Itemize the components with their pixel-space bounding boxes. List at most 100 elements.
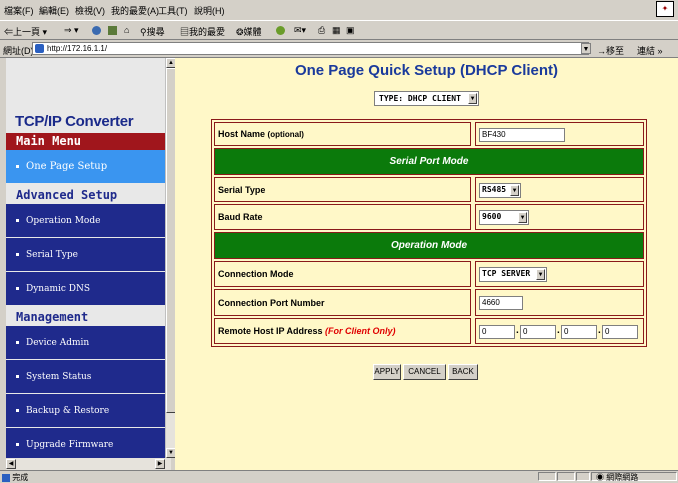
discuss-icon: ▣	[346, 25, 355, 35]
nav-dynamic-dns[interactable]: Dynamic DNS	[6, 272, 165, 306]
bullet-icon	[16, 253, 19, 256]
remote-host-label: Remote Host IP Address (For Client Only)	[214, 318, 471, 344]
mail-button[interactable]: ✉▾	[294, 25, 306, 36]
links-button[interactable]: 連結 »	[637, 44, 663, 57]
remote-ip-octet-4[interactable]: 0	[602, 325, 638, 339]
management-header: Management	[6, 306, 165, 326]
remote-host-row: Remote Host IP Address (For Client Only)…	[214, 318, 644, 344]
address-bar: 網址(D) http://172.16.1.1/ ▼ →移至 連結 »	[0, 40, 678, 58]
nav-device-admin[interactable]: Device Admin	[6, 326, 165, 360]
internet-zone: ◉ 網際網路	[596, 473, 639, 482]
menu-file[interactable]: 檔案(F)	[4, 4, 34, 17]
serial-type-select[interactable]: RS485 ▼	[479, 183, 521, 198]
status-panel	[538, 472, 556, 481]
back-button-form[interactable]: BACK	[448, 364, 478, 380]
favorites-icon: ▤	[180, 27, 190, 37]
bullet-icon	[16, 287, 19, 290]
status-bar: 完成 ◉ 網際網路	[0, 470, 678, 482]
address-dropdown-icon[interactable]: ▼	[581, 43, 591, 54]
back-button[interactable]: ⇐上一頁 ▾	[4, 25, 47, 38]
history-icon	[276, 26, 285, 36]
baud-rate-cell: 9600 ▼	[475, 204, 644, 230]
menu-help[interactable]: 說明(H)	[194, 4, 225, 17]
menu-edit[interactable]: 編輯(E)	[39, 4, 69, 17]
connection-mode-row: Connection Mode TCP SERVER ▼	[214, 261, 644, 287]
status-panel	[557, 472, 575, 481]
media-button[interactable]: ❂媒體	[236, 25, 262, 38]
status-panel	[576, 472, 590, 481]
toolbar: ⇐上一頁 ▾ ⇒ ▾ ⌂ ⚲搜尋 ▤我的最愛 ❂媒體 ✉▾ ⎙ ▦ ▣	[0, 20, 678, 40]
address-label: 網址(D)	[3, 46, 34, 56]
stop-button[interactable]	[92, 25, 103, 36]
bullet-icon	[16, 165, 19, 168]
connection-mode-label: Connection Mode	[214, 261, 471, 287]
remote-ip-octet-2[interactable]: 0	[520, 325, 556, 339]
page-title: One Page Quick Setup (DHCP Client)	[294, 62, 559, 79]
page-icon	[35, 44, 44, 53]
forward-arrow-icon: ⇒	[64, 25, 72, 35]
go-arrow-icon: →	[597, 46, 606, 56]
bullet-icon	[16, 375, 19, 378]
bullet-icon	[16, 409, 19, 412]
search-button[interactable]: ⚲搜尋	[140, 25, 165, 38]
edit-icon: ▦	[332, 25, 341, 35]
history-button[interactable]	[276, 25, 287, 36]
serial-port-mode-header: Serial Port Mode	[214, 148, 644, 175]
serial-type-cell: RS485 ▼	[475, 177, 644, 202]
favorites-button[interactable]: ▤我的最愛	[180, 25, 225, 38]
search-icon: ⚲	[140, 27, 147, 37]
nav-serial-type[interactable]: Serial Type	[6, 238, 165, 272]
globe-icon: ◉	[596, 473, 604, 482]
nav-system-status[interactable]: System Status	[6, 360, 165, 394]
go-button[interactable]: →移至	[597, 44, 624, 57]
baud-rate-label: Baud Rate	[214, 204, 471, 230]
refresh-button[interactable]	[108, 25, 119, 36]
address-url: http://172.16.1.1/	[47, 44, 108, 53]
connection-mode-cell: TCP SERVER ▼	[475, 261, 644, 287]
nav-operation-mode[interactable]: Operation Mode	[6, 204, 165, 238]
host-name-row: Host Name (optional) BF430	[214, 122, 644, 146]
host-name-input[interactable]: BF430	[479, 128, 565, 142]
nav-one-page-setup[interactable]: One Page Setup	[6, 150, 165, 184]
serial-type-label: Serial Type	[214, 177, 471, 202]
apply-button[interactable]: APPLY	[373, 364, 401, 380]
home-button[interactable]: ⌂	[124, 25, 129, 35]
form-actions: APPLY CANCEL BACK	[373, 364, 513, 380]
connection-port-row: Connection Port Number 4660	[214, 289, 644, 316]
type-select[interactable]: TYPE: DHCP CLIENT ▼	[374, 91, 479, 106]
nav-upgrade-firmware[interactable]: Upgrade Firmware	[6, 428, 165, 458]
host-name-label: Host Name (optional)	[214, 122, 471, 146]
menu-view[interactable]: 檢視(V)	[75, 4, 105, 17]
nav-backup-restore[interactable]: Backup & Restore	[6, 394, 165, 428]
operation-mode-header: Operation Mode	[214, 232, 644, 259]
scroll-left-icon[interactable]: ◀	[6, 459, 16, 469]
forward-button[interactable]: ⇒ ▾	[64, 25, 79, 36]
connection-port-label: Connection Port Number	[214, 289, 471, 316]
scroll-right-icon[interactable]: ▶	[155, 459, 165, 469]
address-input[interactable]: http://172.16.1.1/	[32, 42, 589, 55]
remote-ip-octet-1[interactable]: 0	[479, 325, 515, 339]
connection-mode-select[interactable]: TCP SERVER ▼	[479, 267, 547, 282]
remote-ip-octet-3[interactable]: 0	[561, 325, 597, 339]
ip-dot: .	[598, 325, 601, 336]
baud-rate-select[interactable]: 9600 ▼	[479, 210, 529, 225]
chevron-down-icon: ▼	[468, 93, 477, 104]
chevron-down-icon: ▼	[510, 185, 519, 196]
host-name-cell: BF430	[475, 122, 644, 146]
print-button[interactable]: ⎙	[318, 25, 325, 36]
left-frame-hscrollbar[interactable]: ◀ ▶	[6, 458, 171, 470]
ip-dot: .	[557, 325, 560, 336]
status-done: 完成	[2, 472, 28, 483]
baud-rate-row: Baud Rate 9600 ▼	[214, 204, 644, 230]
advanced-setup-header: Advanced Setup	[6, 184, 165, 204]
cancel-button[interactable]: CANCEL	[403, 364, 446, 380]
left-frame-scrollbar[interactable]: ▲ ▼	[165, 58, 176, 458]
connection-port-input[interactable]: 4660	[479, 296, 523, 310]
menu-favorites[interactable]: 我的最愛(A)	[111, 4, 159, 17]
ip-dot: .	[516, 325, 519, 336]
client-only-note: (For Client Only)	[325, 326, 396, 336]
edit-button[interactable]: ▦	[332, 25, 341, 36]
discuss-button[interactable]: ▣	[346, 25, 355, 36]
windows-logo-icon: ✦	[656, 1, 674, 17]
menu-tools[interactable]: 工具(T)	[158, 4, 188, 17]
